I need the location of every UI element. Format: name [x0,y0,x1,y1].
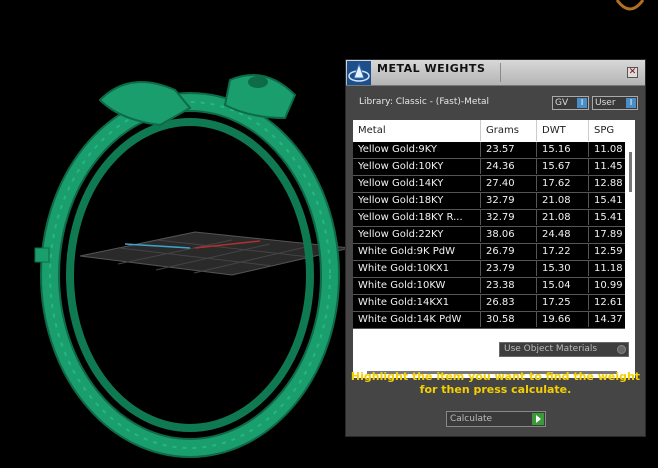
radio-dot-icon [617,345,626,354]
cell-grams: 23.79 [481,261,537,276]
table-body: Yellow Gold:9KY 23.57 15.16 11.08 Yellow Gol… [353,142,625,329]
table-row[interactable]: Yellow Gold:9KY 23.57 15.16 11.08 [353,142,625,159]
calculate-button[interactable]: Calculate [446,411,546,427]
cell-dwt: 21.08 [537,193,589,208]
cell-metal: White Gold:10KX1 [353,261,481,276]
cell-dwt: 15.67 [537,159,589,174]
cell-metal: White Gold:10KW [353,278,481,293]
table-row[interactable]: Yellow Gold:18KY R... 32.79 21.08 15.41 [353,210,625,227]
instruction-line-2: for then press calculate. [419,383,572,396]
title-divider [500,63,501,82]
cell-dwt: 19.66 [537,312,589,327]
cell-metal: Yellow Gold:10KY [353,159,481,174]
panel-title: METAL WEIGHTS [377,62,486,75]
cell-grams: 23.38 [481,278,537,293]
cell-spg: 11.45 [594,161,623,172]
close-icon[interactable]: ✕ [627,67,638,78]
cell-grams: 32.79 [481,210,537,225]
cell-spg: 15.41 [594,195,623,206]
cell-dwt: 17.22 [537,244,589,259]
table-row[interactable]: White Gold:10KW 23.38 15.04 10.99 [353,278,625,295]
cell-grams: 38.06 [481,227,537,242]
cell-dwt: 15.04 [537,278,589,293]
table-row[interactable]: White Gold:14KX1 26.83 17.25 12.61 [353,295,625,312]
cell-metal: Yellow Gold:18KY [353,193,481,208]
cell-grams: 27.40 [481,176,537,191]
cell-metal: White Gold:14KX1 [353,295,481,310]
instruction-line-1: Highlight the item you want to find the … [350,370,641,383]
gv-toggle-label: GV [555,98,569,108]
cell-grams: 30.58 [481,312,537,327]
cell-grams: 23.57 [481,142,537,157]
play-icon [532,413,544,425]
table-row[interactable]: Yellow Gold:22KY 38.06 24.48 17.89 [353,227,625,244]
cell-grams: 26.79 [481,244,537,259]
cell-spg: 11.18 [594,263,623,274]
cell-metal: Yellow Gold:22KY [353,227,481,242]
use-object-materials-option[interactable]: Use Object Materials [499,342,629,357]
table-row[interactable]: White Gold:10KX1 23.79 15.30 11.18 [353,261,625,278]
cell-spg: 11.08 [594,144,623,155]
cell-grams: 24.36 [481,159,537,174]
cell-grams: 32.79 [481,193,537,208]
gv-toggle[interactable]: GV I [552,96,589,110]
table-row[interactable]: Yellow Gold:10KY 24.36 15.67 11.45 [353,159,625,176]
table-row[interactable]: Yellow Gold:18KY 32.79 21.08 15.41 [353,193,625,210]
cell-dwt: 15.16 [537,142,589,157]
cell-spg: 12.88 [594,178,623,189]
toggle-knob-icon: I [577,98,587,108]
cell-dwt: 21.08 [537,210,589,225]
instruction-text: Highlight the item you want to find the … [346,370,645,396]
user-toggle[interactable]: User I [592,96,638,110]
matrix-logo-icon [347,61,371,85]
cell-metal: Yellow Gold:9KY [353,142,481,157]
column-header-metal[interactable]: Metal [353,120,481,141]
use-object-materials-label: Use Object Materials [504,344,598,354]
vertical-scroll-thumb[interactable] [629,152,632,192]
cell-spg: 12.61 [594,297,623,308]
cell-metal: Yellow Gold:14KY [353,176,481,191]
library-label: Library: Classic - (Fast)-Metal [359,97,490,107]
cell-spg: 15.41 [594,212,623,223]
table-row[interactable]: Yellow Gold:14KY 27.40 17.62 12.88 [353,176,625,193]
table-row[interactable]: White Gold:9K PdW 26.79 17.22 12.59 [353,244,625,261]
column-header-dwt[interactable]: DWT [537,120,589,141]
corner-emblem-icon [615,0,645,11]
title-bar[interactable]: METAL WEIGHTS ✕ [346,60,645,86]
toggle-knob-icon: I [626,98,636,108]
cell-metal: White Gold:14K PdW [353,312,481,327]
cell-grams: 26.83 [481,295,537,310]
cell-metal: Yellow Gold:18KY R... [353,210,481,225]
column-header-spg[interactable]: SPG [589,120,625,141]
cell-spg: 17.89 [594,229,623,240]
table-header: Metal Grams DWT SPG [353,120,635,141]
cell-metal: White Gold:9K PdW [353,244,481,259]
cell-dwt: 17.62 [537,176,589,191]
cell-dwt: 24.48 [537,227,589,242]
column-header-grams[interactable]: Grams [481,120,537,141]
cell-spg: 10.99 [594,280,623,291]
cell-spg: 12.59 [594,246,623,257]
metal-weights-panel: METAL WEIGHTS ✕ Library: Classic - (Fast… [345,59,646,437]
table-row[interactable]: White Gold:14K PdW 30.58 19.66 14.37 [353,312,625,329]
metal-weights-table: Metal Grams DWT SPG Yellow Gold:9KY 23.57… [353,120,635,378]
cell-spg: 14.37 [594,314,623,325]
cell-dwt: 17.25 [537,295,589,310]
user-toggle-label: User [595,98,616,108]
cell-dwt: 15.30 [537,261,589,276]
calculate-label: Calculate [450,414,493,424]
